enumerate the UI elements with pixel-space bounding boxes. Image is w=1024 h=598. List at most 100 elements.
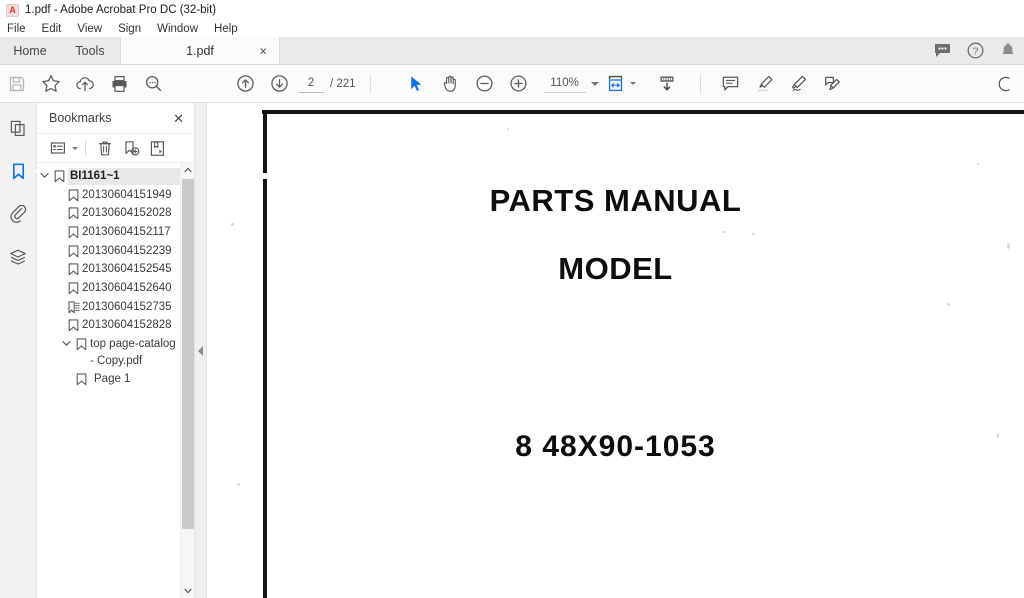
bookmark-item[interactable]: 20130604152640 xyxy=(37,279,194,298)
save-button[interactable] xyxy=(0,69,34,99)
print-icon[interactable] xyxy=(102,69,136,99)
chevron-down-icon[interactable] xyxy=(590,81,599,86)
bookmarks-panel: Bookmarks ✕ BI1161~1 20130604151949 2013… xyxy=(37,103,195,598)
page-indicator: / 221 xyxy=(298,74,356,93)
fit-width-icon[interactable] xyxy=(603,69,629,99)
page-navigation-group: / 221 xyxy=(228,69,356,99)
bookmark-item[interactable]: 20130604152239 xyxy=(37,242,194,261)
scan-border-left-upper xyxy=(263,110,267,173)
menu-window[interactable]: Window xyxy=(157,23,206,35)
panel-splitter[interactable] xyxy=(195,103,207,598)
menu-help[interactable]: Help xyxy=(214,23,246,35)
scan-speck xyxy=(752,233,755,235)
hand-tool-icon[interactable] xyxy=(434,69,468,99)
scan-speck xyxy=(947,303,950,306)
next-page-icon[interactable] xyxy=(262,69,296,99)
draw-icon[interactable] xyxy=(782,69,816,99)
favorite-star-icon[interactable] xyxy=(34,69,68,99)
comment-icon[interactable] xyxy=(714,69,748,99)
highlight-icon[interactable] xyxy=(748,69,782,99)
tab-document-label: 1.pdf xyxy=(186,43,214,58)
menu-view[interactable]: View xyxy=(77,23,110,35)
tab-document[interactable]: 1.pdf × xyxy=(120,37,280,64)
bookmarks-scrollbar[interactable] xyxy=(180,163,194,598)
toolbar-separator-2 xyxy=(699,73,701,94)
bookmark-structure-icon xyxy=(65,299,82,314)
scroll-up-icon[interactable] xyxy=(181,163,194,177)
bookmark-label: 20130604152028 xyxy=(82,207,172,220)
view-tools-group xyxy=(400,69,684,99)
bookmark-item[interactable]: 20130604152545 xyxy=(37,260,194,279)
bookmark-icon xyxy=(65,224,82,239)
zoom-level-input[interactable] xyxy=(543,74,586,93)
bookmark-item-root[interactable]: BI1161~1 xyxy=(37,167,194,186)
sidebar-item-attachments[interactable] xyxy=(3,201,33,227)
notification-bell-icon[interactable] xyxy=(1000,42,1016,59)
new-bookmark-icon[interactable] xyxy=(119,137,143,159)
close-icon[interactable]: × xyxy=(259,44,267,57)
scan-speck xyxy=(722,231,725,233)
bookmark-label: 20130604151949 xyxy=(82,188,172,201)
collapse-panel-icon[interactable] xyxy=(198,345,203,356)
bookmark-icon xyxy=(65,187,82,202)
bookmark-options-icon[interactable] xyxy=(46,137,70,159)
bookmarks-panel-header: Bookmarks ✕ xyxy=(37,103,194,133)
more-tools-icon[interactable] xyxy=(986,69,1020,99)
navigation-rail xyxy=(0,103,37,598)
bookmark-item[interactable]: 20130604152735 xyxy=(37,298,194,317)
bookmark-label: 20130604152735 xyxy=(82,300,172,313)
bookmark-icon xyxy=(73,371,90,386)
chevron-down-icon[interactable] xyxy=(37,168,51,179)
bookmarks-toolbar xyxy=(37,133,194,163)
bookmark-options-chevron-down-icon[interactable] xyxy=(72,146,78,150)
scan-border-top xyxy=(262,110,1024,114)
close-icon[interactable]: ✕ xyxy=(173,112,184,125)
previous-page-icon[interactable] xyxy=(228,69,262,99)
tab-tools[interactable]: Tools xyxy=(60,37,120,64)
bookmark-item[interactable]: 20130604152028 xyxy=(37,204,194,223)
zoom-level-control[interactable] xyxy=(543,74,599,93)
bookmarks-tree[interactable]: BI1161~1 20130604151949 20130604152028 2… xyxy=(37,163,194,598)
tab-home[interactable]: Home xyxy=(0,37,60,64)
bookmark-item-group[interactable]: top page-catalog - Copy.pdf xyxy=(37,335,194,370)
toolbar-separator xyxy=(369,73,371,94)
sidebar-item-layers[interactable] xyxy=(3,244,33,270)
sidebar-item-bookmarks[interactable] xyxy=(3,158,33,184)
sidebar-item-page-thumbnails[interactable] xyxy=(3,115,33,141)
zoom-in-icon[interactable] xyxy=(502,69,536,99)
scan-speck xyxy=(977,163,979,165)
menu-file[interactable]: File xyxy=(7,23,34,35)
cloud-upload-icon[interactable] xyxy=(68,69,102,99)
bookmark-label: 20130604152545 xyxy=(82,263,172,276)
bookmark-icon xyxy=(73,336,90,351)
search-icon[interactable] xyxy=(136,69,170,99)
scroll-mode-icon[interactable] xyxy=(650,69,684,99)
menu-edit[interactable]: Edit xyxy=(42,23,70,35)
edit-bookmark-icon[interactable] xyxy=(145,137,169,159)
zoom-out-icon[interactable] xyxy=(468,69,502,99)
bookmark-icon xyxy=(65,205,82,220)
chevron-down-icon[interactable] xyxy=(59,336,73,347)
bookmark-item[interactable]: Page 1 xyxy=(37,370,194,389)
scan-speck xyxy=(507,128,509,130)
document-viewport[interactable]: PARTS MANUAL MODEL 8 48X90-1053 xyxy=(207,103,1024,598)
page-number-input[interactable] xyxy=(298,74,324,93)
scroll-down-icon[interactable] xyxy=(181,584,194,598)
bookmark-item[interactable]: 20130604152117 xyxy=(37,223,194,242)
acrobat-window: A 1.pdf - Adobe Acrobat Pro DC (32-bit) … xyxy=(0,0,1024,598)
select-tool-icon[interactable] xyxy=(400,69,434,99)
help-icon[interactable]: ? xyxy=(967,42,984,59)
menu-sign[interactable]: Sign xyxy=(118,23,149,35)
document-title-line-1: PARTS MANUAL xyxy=(489,183,742,218)
fill-and-sign-icon[interactable] xyxy=(816,69,850,99)
scrollbar-thumb[interactable] xyxy=(182,179,194,529)
delete-bookmark-icon[interactable] xyxy=(93,137,117,159)
feedback-icon[interactable] xyxy=(934,43,951,58)
bookmark-item[interactable]: 20130604152828 xyxy=(37,316,194,335)
bookmark-item[interactable]: 20130604151949 xyxy=(37,186,194,205)
fit-options-chevron-down-icon[interactable] xyxy=(629,82,636,85)
